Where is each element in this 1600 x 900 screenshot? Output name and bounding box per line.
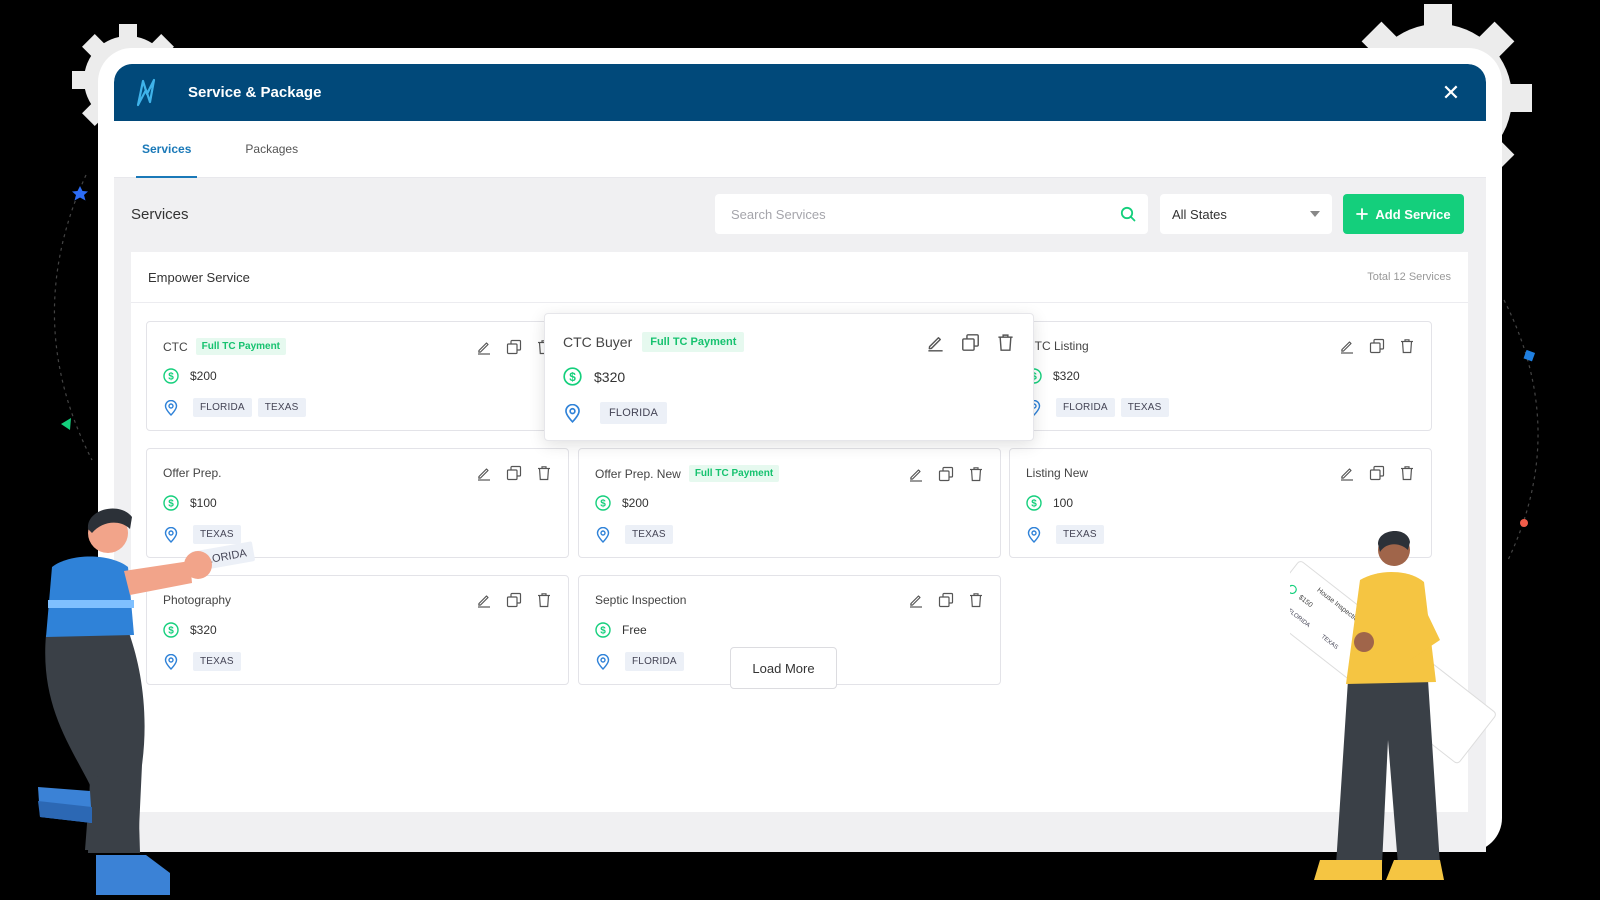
state-tag: FLORIDA bbox=[600, 402, 668, 424]
modal-title: Service & Package bbox=[188, 84, 322, 101]
dollar-circle-icon bbox=[595, 622, 611, 638]
chevron-down-icon bbox=[1310, 211, 1320, 217]
bolt-logo-icon bbox=[136, 78, 156, 106]
trash-icon[interactable] bbox=[996, 333, 1015, 352]
add-service-label: Add Service bbox=[1375, 206, 1451, 222]
search-icon[interactable] bbox=[1120, 206, 1136, 222]
trash-icon[interactable] bbox=[536, 465, 552, 481]
dollar-circle-icon bbox=[1026, 495, 1042, 511]
service-name: Offer Prep. New bbox=[595, 466, 681, 481]
service-price: $320 bbox=[1053, 369, 1080, 383]
map-pin-icon bbox=[163, 400, 179, 416]
service-card[interactable]: CTC Buyer Full TC Payment $320 FLORIDA bbox=[544, 313, 1034, 441]
toolbar: Services All States Add Service bbox=[114, 178, 1486, 250]
service-card[interactable]: CTC Full TC Payment $200 FLORIDA TEXAS bbox=[146, 321, 569, 431]
pencil-icon[interactable] bbox=[1339, 465, 1355, 481]
dot-icon bbox=[1520, 519, 1528, 527]
service-price: 100 bbox=[1053, 496, 1074, 510]
service-name: Offer Prep. bbox=[163, 466, 222, 480]
payment-badge: Full TC Payment bbox=[688, 465, 780, 482]
person-illustration-left: FLORIDA bbox=[38, 508, 255, 895]
map-pin-icon bbox=[595, 654, 611, 670]
panel-title: Empower Service bbox=[148, 269, 250, 285]
trash-icon[interactable] bbox=[968, 466, 984, 482]
trash-icon[interactable] bbox=[536, 592, 552, 608]
copy-icon[interactable] bbox=[938, 466, 954, 482]
copy-icon[interactable] bbox=[961, 333, 980, 352]
dollar-circle-icon bbox=[595, 495, 611, 511]
service-price: $200 bbox=[622, 496, 649, 510]
pencil-icon[interactable] bbox=[476, 465, 492, 481]
search-input[interactable] bbox=[731, 206, 1120, 222]
add-service-button[interactable]: Add Service bbox=[1343, 194, 1464, 234]
pencil-icon[interactable] bbox=[908, 466, 924, 482]
service-card[interactable]: CTC Listing $320 FLORIDA TEXAS bbox=[1009, 321, 1432, 431]
service-name: CTC Listing bbox=[1026, 339, 1089, 353]
map-pin-icon bbox=[563, 404, 582, 423]
pencil-icon[interactable] bbox=[926, 333, 945, 352]
person-illustration-right: House Inspection $150 FLORIDA TEXAS bbox=[1290, 530, 1496, 880]
copy-icon[interactable] bbox=[1369, 465, 1385, 481]
load-more-button[interactable]: Load More bbox=[730, 647, 837, 689]
trash-icon[interactable] bbox=[1399, 338, 1415, 354]
copy-icon[interactable] bbox=[938, 592, 954, 608]
service-name: CTC Buyer bbox=[563, 334, 633, 350]
plus-icon bbox=[1356, 208, 1369, 220]
copy-icon[interactable] bbox=[506, 339, 522, 355]
services-count: Total 12 Services bbox=[1367, 271, 1451, 283]
dollar-circle-icon bbox=[163, 368, 179, 384]
service-name: Listing New bbox=[1026, 466, 1089, 480]
state-tag: FLORIDA bbox=[1056, 398, 1115, 417]
square-icon bbox=[1523, 349, 1536, 362]
state-tag: FLORIDA bbox=[193, 398, 252, 417]
modal-header: Service & Package ✕ bbox=[114, 64, 1486, 121]
star-icon bbox=[72, 186, 88, 201]
dollar-circle-icon bbox=[563, 367, 582, 386]
state-select-value: All States bbox=[1172, 206, 1227, 222]
copy-icon[interactable] bbox=[1369, 338, 1385, 354]
state-tag: TEXAS bbox=[625, 525, 673, 544]
triangle-icon bbox=[61, 418, 71, 430]
pencil-icon[interactable] bbox=[476, 592, 492, 608]
map-pin-icon bbox=[595, 527, 611, 543]
section-title: Services bbox=[131, 205, 189, 223]
close-icon[interactable]: ✕ bbox=[1440, 81, 1462, 104]
search-box bbox=[715, 194, 1148, 234]
state-tag: TEXAS bbox=[1056, 525, 1104, 544]
state-tag: TEXAS bbox=[1120, 398, 1169, 417]
pencil-icon[interactable] bbox=[1339, 338, 1355, 354]
service-name: CTC bbox=[163, 339, 188, 354]
state-tag: TEXAS bbox=[257, 398, 306, 417]
trash-icon[interactable] bbox=[968, 592, 984, 608]
service-price: $320 bbox=[594, 368, 626, 385]
tab-packages[interactable]: Packages bbox=[225, 121, 318, 177]
trash-icon[interactable] bbox=[1399, 465, 1415, 481]
payment-badge: Full TC Payment bbox=[642, 332, 745, 352]
service-price: $200 bbox=[190, 369, 217, 383]
payment-badge: Full TC Payment bbox=[195, 338, 287, 355]
panel-header: Empower Service Total 12 Services bbox=[131, 252, 1468, 303]
tab-bar: Services Packages bbox=[114, 121, 1486, 178]
state-select[interactable]: All States bbox=[1160, 194, 1332, 234]
pencil-icon[interactable] bbox=[908, 592, 924, 608]
tab-services[interactable]: Services bbox=[136, 121, 198, 178]
service-card[interactable]: Offer Prep. New Full TC Payment $200 TEX… bbox=[578, 448, 1001, 558]
pencil-icon[interactable] bbox=[476, 339, 492, 355]
service-price: Free bbox=[622, 623, 647, 637]
copy-icon[interactable] bbox=[506, 592, 522, 608]
map-pin-icon bbox=[1026, 527, 1042, 543]
state-tag: FLORIDA bbox=[625, 652, 684, 671]
copy-icon[interactable] bbox=[506, 465, 522, 481]
service-name: Septic Inspection bbox=[595, 593, 687, 607]
